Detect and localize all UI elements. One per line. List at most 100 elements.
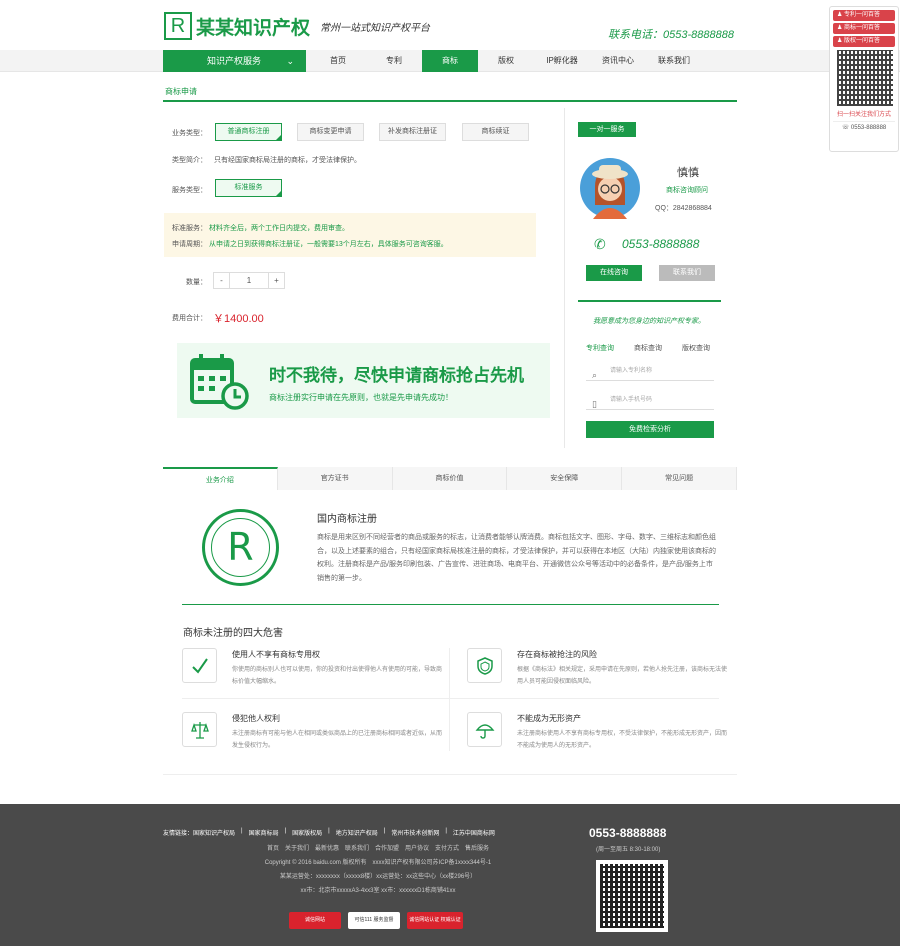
option-reissue-certificate[interactable]: 补发商标注册证 bbox=[379, 123, 446, 141]
contact-us-button[interactable]: 联系我们 bbox=[659, 265, 715, 281]
nav-home[interactable]: 首页 bbox=[310, 50, 366, 72]
float-btn-copyright[interactable]: ♟ 版权一问百答 bbox=[833, 36, 895, 47]
header-phone: 联系电话：0553-8888888 bbox=[608, 29, 734, 41]
online-consult-button[interactable]: 在线咨询 bbox=[586, 265, 642, 281]
business-type-label: 业务类型： bbox=[172, 130, 207, 137]
intro-text: 只有经国家商标局注册的商标，才受法律保护。 bbox=[214, 157, 361, 164]
option-renewal[interactable]: 商标续证 bbox=[462, 123, 529, 141]
shield-icon bbox=[467, 648, 502, 683]
intro-label: 类型简介： bbox=[172, 157, 207, 164]
friend-link[interactable]: 地方知识产权局 bbox=[336, 828, 378, 837]
float-btn-trademark[interactable]: ♟ 商标一问百答 bbox=[833, 23, 895, 34]
section-divider bbox=[182, 604, 719, 605]
tab-patent-search[interactable]: 专利查询 bbox=[586, 343, 614, 353]
option-trademark-change[interactable]: 商标变更申请 bbox=[297, 123, 364, 141]
consultant-slogan: 我愿意成为您身边的知识产权专家。 bbox=[593, 318, 705, 325]
risk-title: 不能成为无形资产 bbox=[517, 714, 581, 723]
option-standard-service[interactable]: 标准服务 bbox=[215, 179, 282, 197]
notice-service-label: 标准服务： bbox=[172, 225, 207, 232]
friend-link[interactable]: 友情链接：国家知识产权局 bbox=[163, 828, 235, 837]
consultant-name: 慎慎 bbox=[677, 167, 699, 179]
intro-body: 商标是用来区别不同经营者的商品或服务的标志，让消费者能够认牌消费。商标包括文字、… bbox=[317, 534, 716, 582]
phone-icon: ✆ bbox=[594, 236, 606, 252]
chevron-down-icon: ⌄ bbox=[286, 56, 294, 66]
footer-address-1: 某某运营处：xxxxxxxx（xxxxx8楼）xx运营处：xx这些中心（xx楼2… bbox=[279, 874, 477, 880]
service-notice: 标准服务： 材料齐全后，两个工作日内提交，费用审查。 申请周期： 从申请之日到获… bbox=[164, 213, 536, 257]
footer-nav[interactable]: 首页 关于我们 最新优惠 联系我们 合作加盟 用户协议 支付方式 售后服务 bbox=[163, 843, 593, 852]
qty-minus-button[interactable]: - bbox=[213, 272, 230, 289]
float-phone: ☏ 0553-888888 bbox=[833, 121, 895, 131]
float-btn-patent[interactable]: ♟ 专利一问百答 bbox=[833, 10, 895, 21]
footer-qr-code-icon bbox=[596, 860, 668, 932]
tab-copyright-search[interactable]: 版权查询 bbox=[682, 343, 710, 353]
tab-official-certificate[interactable]: 官方证书 bbox=[277, 467, 393, 490]
nav-news[interactable]: 资讯中心 bbox=[590, 50, 646, 72]
free-search-button[interactable]: 免费检索分析 bbox=[586, 421, 714, 438]
promo-banner: 时不我待，尽快申请商标抢占先机 商标注册实行申请在先原则，也就是先申请先成功！ bbox=[177, 343, 550, 418]
friend-link[interactable]: 常州市技术创新网 bbox=[391, 828, 439, 837]
option-normal-registration[interactable]: 普通商标注册 bbox=[215, 123, 282, 141]
risks-title: 商标未注册的四大危害 bbox=[183, 628, 283, 639]
consultant-role: 商标咨询顾问 bbox=[666, 187, 708, 194]
risk-desc: 未注册商标使用人不享有商标专用权，不受法律保护，不能形成无形资产，因而不能成为使… bbox=[517, 731, 728, 749]
nav-trademark[interactable]: 商标 bbox=[422, 50, 478, 72]
tab-security[interactable]: 安全保障 bbox=[507, 467, 623, 490]
risk-desc: 未注册商标有可能与他人在相同或类似商品上的已注册商标相同或者近似，从而发生侵权行… bbox=[232, 731, 443, 749]
logo-name: 某某知识产权 bbox=[196, 17, 311, 39]
tab-trademark-search[interactable]: 商标查询 bbox=[634, 343, 662, 353]
notice-service-text: 材料齐全后，两个工作日内提交，费用审查。 bbox=[208, 225, 349, 232]
risk-item: 存在商标被抢注的风险 根据《商标法》相关规定，采用申请在先原则，若他人抢先注册，… bbox=[467, 648, 727, 700]
mobile-icon: ▯ bbox=[592, 399, 597, 409]
friend-link[interactable]: 国家商标局 bbox=[249, 828, 279, 837]
panel-divider bbox=[578, 300, 721, 302]
service-type-label: 服务类型： bbox=[172, 187, 207, 194]
footer-phone: 0553-8888888 bbox=[589, 826, 667, 840]
total-price: ￥1400.00 bbox=[213, 313, 264, 325]
patent-name-input[interactable]: ⌕ 请输入专利名称 bbox=[586, 361, 714, 381]
phone-number-input[interactable]: ▯ 请输入手机号码 bbox=[586, 390, 714, 410]
footer-address-2: xx市：北京市xxxxxA3-4xx3室 xx市：xxxxxxD1栋商铺41xx bbox=[300, 888, 456, 894]
scales-icon bbox=[182, 712, 217, 747]
consultant-avatar bbox=[580, 158, 640, 219]
service-menu-button[interactable]: 知识产权服务 ⌄ bbox=[163, 50, 306, 72]
umbrella-icon bbox=[467, 712, 502, 747]
footer-hours: (周一至周五 8:30-18:00) bbox=[596, 847, 661, 853]
friend-link[interactable]: 江苏中国商标网 bbox=[453, 828, 495, 837]
badge-verified[interactable]: 诚信网站认证 权威认证 bbox=[407, 912, 463, 929]
registered-mark-icon: R bbox=[202, 509, 279, 586]
site-logo[interactable]: R 某某知识产权 常州一站式知识产权平台 bbox=[164, 12, 430, 40]
notice-time-label: 申请周期： bbox=[172, 241, 207, 248]
notice-time-text: 从申请之日到获得商标注册证，一般需要13个月左右，具体服务可咨询客服。 bbox=[208, 241, 448, 248]
consultant-phone: 0553-8888888 bbox=[622, 237, 700, 251]
promo-subtitle: 商标注册实行申请在先原则，也就是先申请先成功！ bbox=[269, 393, 453, 402]
qty-plus-button[interactable]: + bbox=[268, 272, 285, 289]
promo-title: 时不我待，尽快申请商标抢占先机 bbox=[269, 366, 524, 385]
qty-input[interactable]: 1 bbox=[230, 272, 268, 289]
nav-patent[interactable]: 专利 bbox=[366, 50, 422, 72]
site-slogan: 常州一站式知识产权平台 bbox=[320, 22, 431, 34]
consultant-qq: QQ：2842868884 bbox=[655, 205, 712, 212]
badge-trusted[interactable]: 可信111 服务监督 bbox=[348, 912, 400, 929]
footer-copyright: Copyright © 2016 baidu.com 版权所有 xxxx知识产权… bbox=[264, 860, 492, 866]
risk-item: 不能成为无形资产 未注册商标使用人不享有商标专用权，不受法律保护，不能形成无形资… bbox=[467, 712, 727, 764]
total-label: 费用合计： bbox=[172, 315, 207, 322]
nav-contact[interactable]: 联系我们 bbox=[646, 50, 702, 72]
risk-title: 侵犯他人权利 bbox=[232, 714, 280, 723]
site-footer: 友情链接：国家知识产权局 | 国家商标局 | 国家版权局 | 地方知识产权局 | 常州市… bbox=[0, 804, 900, 946]
badge-credit-site[interactable]: 诚信网站 bbox=[289, 912, 341, 929]
tab-business-intro[interactable]: 业务介绍 bbox=[163, 467, 278, 490]
one-to-one-badge: 一对一服务 bbox=[578, 122, 636, 137]
checkmark-icon bbox=[182, 648, 217, 683]
tab-trademark-value[interactable]: 商标价值 bbox=[392, 467, 508, 490]
floating-sidebar: ♟ 专利一问百答 ♟ 商标一问百答 ♟ 版权一问百答 扫一扫关注我们方式 ☏ 0… bbox=[829, 6, 899, 152]
risk-item: 侵犯他人权利 未注册商标有可能与他人在相同或类似商品上的已注册商标相同或者近似，… bbox=[182, 712, 442, 764]
risk-desc: 你使用的商标别人也可以使用，你的投资和付出使得他人有使用的可能，导致商标价值大幅… bbox=[232, 667, 443, 685]
service-menu-label: 知识产权服务 bbox=[207, 56, 262, 66]
nav-ip-incubator[interactable]: IP孵化器 bbox=[534, 50, 590, 72]
search-icon: ⌕ bbox=[592, 370, 598, 380]
calendar-clock-icon bbox=[190, 354, 249, 410]
nav-copyright[interactable]: 版权 bbox=[478, 50, 534, 72]
tab-faq[interactable]: 常见问题 bbox=[622, 467, 737, 490]
quantity-label: 数量： bbox=[186, 279, 207, 286]
friend-link[interactable]: 国家版权局 bbox=[292, 828, 322, 837]
